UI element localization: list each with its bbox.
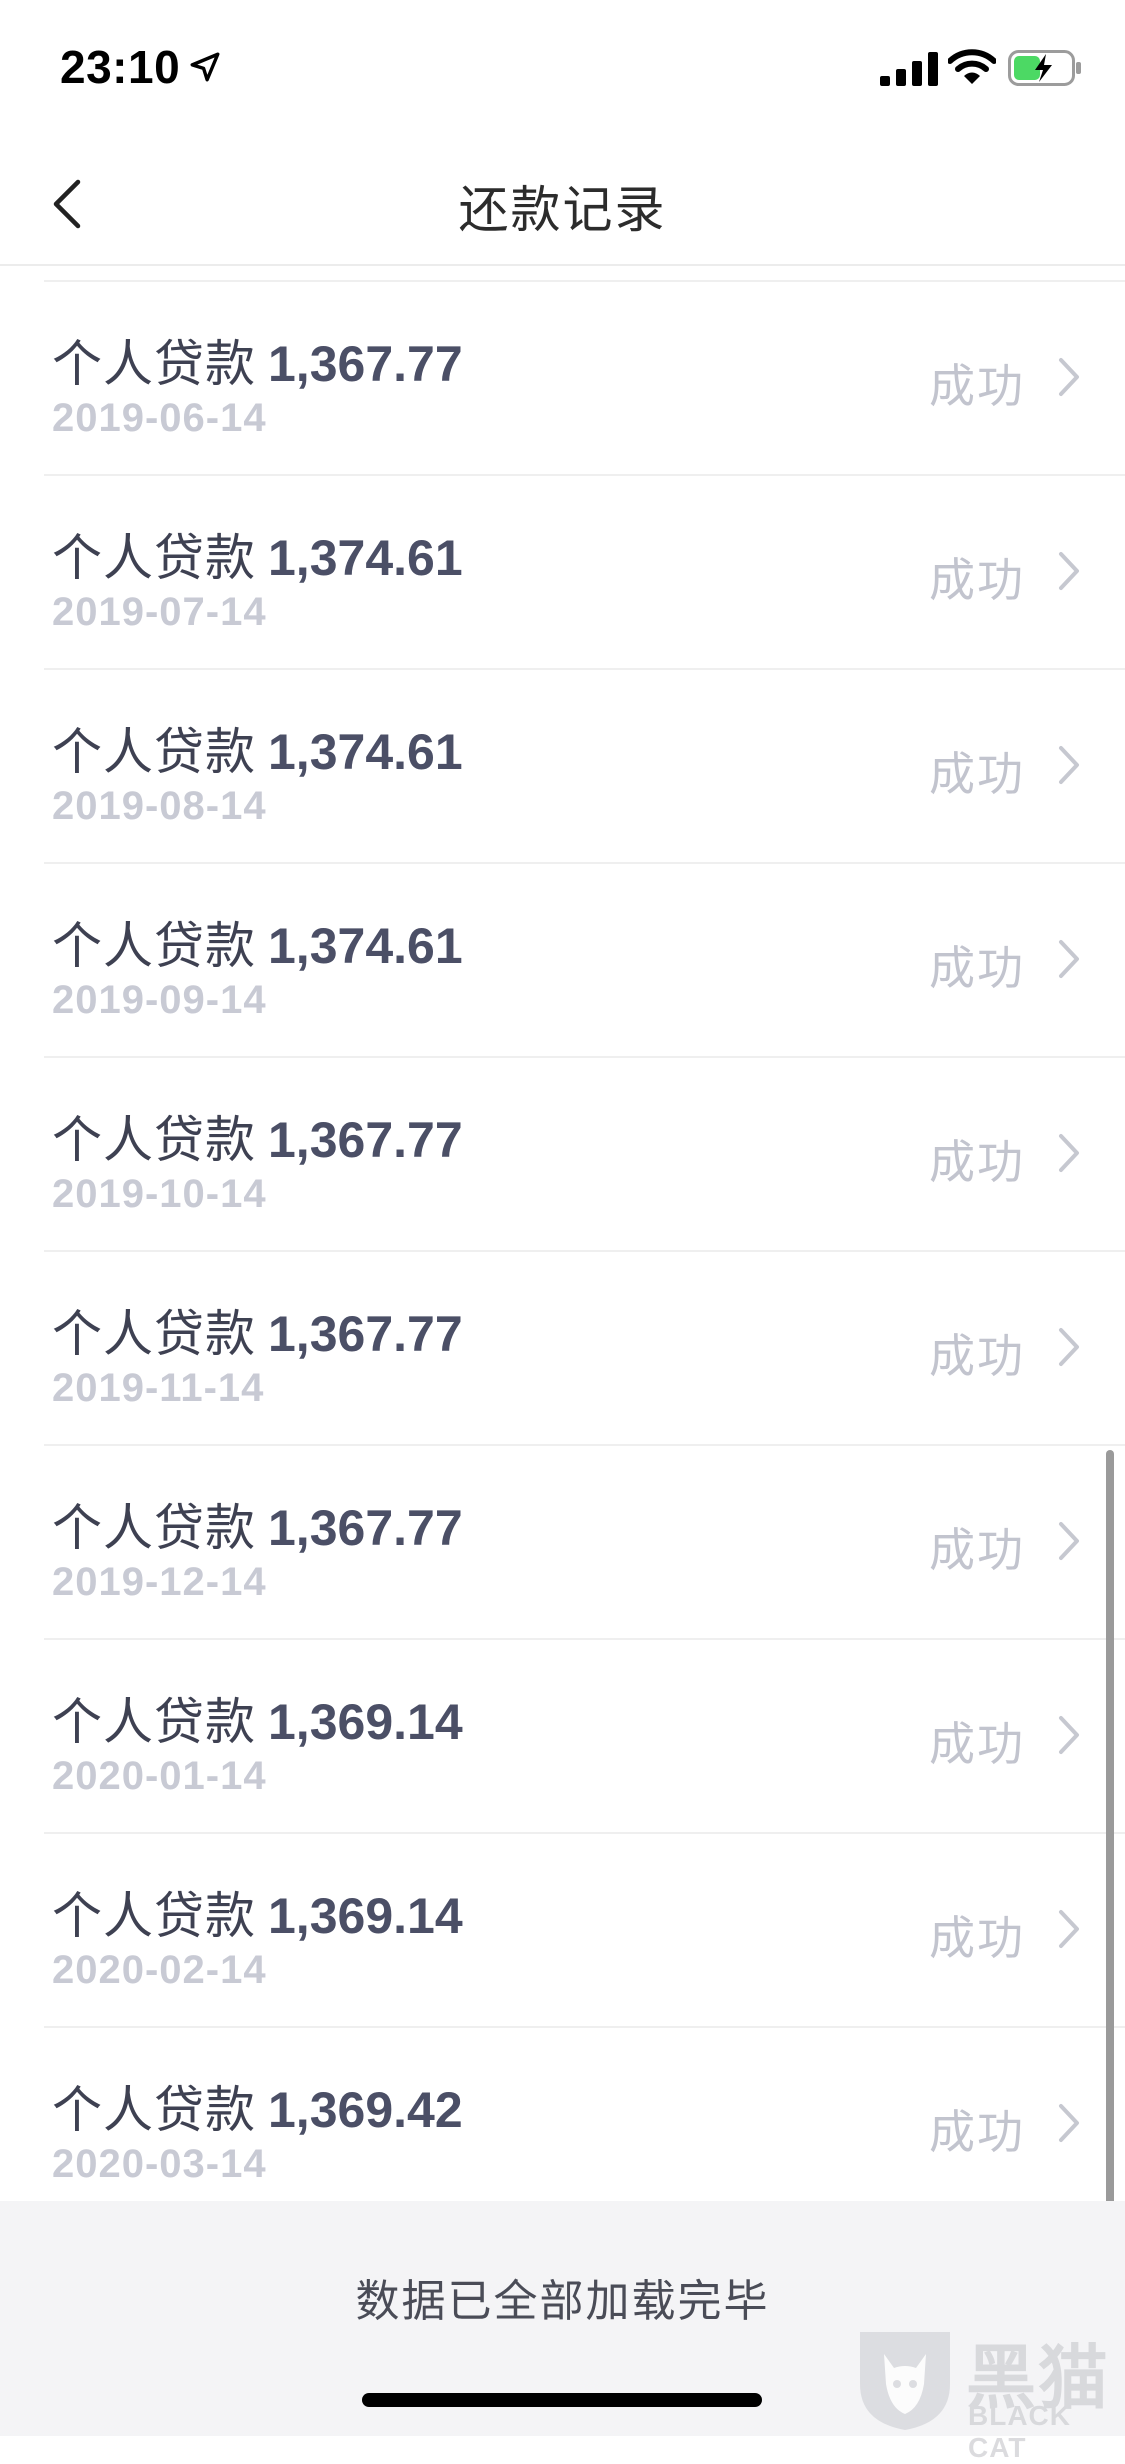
record-title: 个人贷款 1,367.77 [52,1488,463,1560]
record-status: 成功 [929,1330,1025,1382]
record-date: 2020-03-14 [52,2142,267,2186]
record-title: 个人贷款 1,374.61 [52,906,463,978]
watermark: 黑猫 BLACK CAT [850,2318,1125,2463]
chevron-right-icon [1059,940,1079,978]
record-date: 2020-01-14 [52,1754,267,1798]
record-row[interactable]: 个人贷款 1,369.42 2020-03-14 成功 [44,2028,1125,2201]
record-status: 成功 [929,1912,1025,1964]
record-amount: 1,374.61 [268,530,463,586]
chevron-right-icon [1059,1910,1079,1948]
record-date: 2019-07-14 [52,590,267,634]
record-label: 个人贷款 [52,1694,256,1750]
home-indicator[interactable] [362,2393,762,2407]
record-date: 2019-11-14 [52,1366,265,1410]
signal-icon [880,52,938,86]
record-label: 个人贷款 [52,1112,256,1168]
record-title: 个人贷款 1,369.14 [52,1876,463,1948]
record-date: 2019-10-14 [52,1172,267,1216]
record-date: 2019-06-14 [52,396,267,440]
chevron-right-icon [1059,1522,1079,1560]
record-label: 个人贷款 [52,2082,256,2138]
record-date: 2019-09-14 [52,978,267,1022]
chevron-right-icon [1059,2104,1079,2142]
record-amount: 1,369.42 [268,2082,463,2138]
record-label: 个人贷款 [52,1500,256,1556]
wifi-icon [948,49,996,84]
record-title: 个人贷款 1,374.61 [52,518,463,590]
chevron-right-icon [1059,1328,1079,1366]
record-status: 成功 [929,748,1025,800]
record-date: 2020-02-14 [52,1948,267,1992]
record-row[interactable]: 个人贷款 1,367.77 2019-10-14 成功 [44,1058,1125,1252]
record-row[interactable]: 个人贷款 1,367.77 2019-11-14 成功 [44,1252,1125,1446]
chevron-right-icon [1059,358,1079,396]
chevron-right-icon [1059,1716,1079,1754]
status-bar: 23:10 [0,0,1125,140]
record-label: 个人贷款 [52,530,256,586]
record-row[interactable]: 个人贷款 1,367.77 2019-12-14 成功 [44,1446,1125,1640]
record-amount: 1,369.14 [268,1888,463,1944]
record-date: 2019-08-14 [52,784,267,828]
watermark-en: BLACK CAT [968,2400,1071,2463]
record-title: 个人贷款 1,367.77 [52,324,463,396]
record-status: 成功 [929,1136,1025,1188]
record-status: 成功 [929,1524,1025,1576]
record-row[interactable]: 个人贷款 1,367.77 2019-06-14 成功 [44,282,1125,476]
record-status: 成功 [929,2106,1025,2158]
record-status: 成功 [929,1718,1025,1770]
chevron-right-icon [1059,746,1079,784]
record-label: 个人贷款 [52,336,256,392]
location-arrow-icon [190,52,220,82]
record-status: 成功 [929,942,1025,994]
status-time: 23:10 [60,41,181,93]
chevron-right-icon [1059,1134,1079,1172]
record-title: 个人贷款 1,369.14 [52,1682,463,1754]
battery-charging-icon [1008,50,1081,86]
record-amount: 1,367.77 [268,1306,463,1362]
record-label: 个人贷款 [52,724,256,780]
repayment-record-list[interactable]: 个人贷款 1,367.77 2019-06-14 成功 个人贷款 1,374.61 2019… [0,266,1125,2201]
page-title: 还款记录 [458,182,667,238]
record-status: 成功 [929,554,1025,606]
record-amount: 1,369.14 [268,1694,463,1750]
record-label: 个人贷款 [52,1306,256,1362]
record-row[interactable]: 个人贷款 1,369.14 2020-01-14 成功 [44,1640,1125,1834]
record-title: 个人贷款 1,374.61 [52,712,463,784]
record-row[interactable]: 个人贷款 1,374.61 2019-09-14 成功 [44,864,1125,1058]
record-amount: 1,374.61 [268,724,463,780]
record-date: 2019-12-14 [52,1560,267,1604]
record-row[interactable]: 个人贷款 1,369.14 2020-02-14 成功 [44,1834,1125,2028]
black-cat-logo-icon [860,2332,950,2430]
chevron-right-icon [1059,552,1079,590]
record-title: 个人贷款 1,367.77 [52,1294,463,1366]
record-amount: 1,374.61 [268,918,463,974]
record-title: 个人贷款 1,369.42 [52,2070,463,2142]
record-row[interactable]: 个人贷款 1,374.61 2019-08-14 成功 [44,670,1125,864]
records-container: 个人贷款 1,367.77 2019-06-14 成功 个人贷款 1,374.61 2019… [0,282,1125,2201]
record-title: 个人贷款 1,367.77 [52,1100,463,1172]
record-status: 成功 [929,360,1025,412]
nav-header: 还款记录 [0,140,1125,266]
record-amount: 1,367.77 [268,1112,463,1168]
record-label: 个人贷款 [52,1888,256,1944]
record-row[interactable]: 个人贷款 1,374.61 2019-07-14 成功 [44,476,1125,670]
record-amount: 1,367.77 [268,1500,463,1556]
record-amount: 1,367.77 [268,336,463,392]
record-label: 个人贷款 [52,918,256,974]
